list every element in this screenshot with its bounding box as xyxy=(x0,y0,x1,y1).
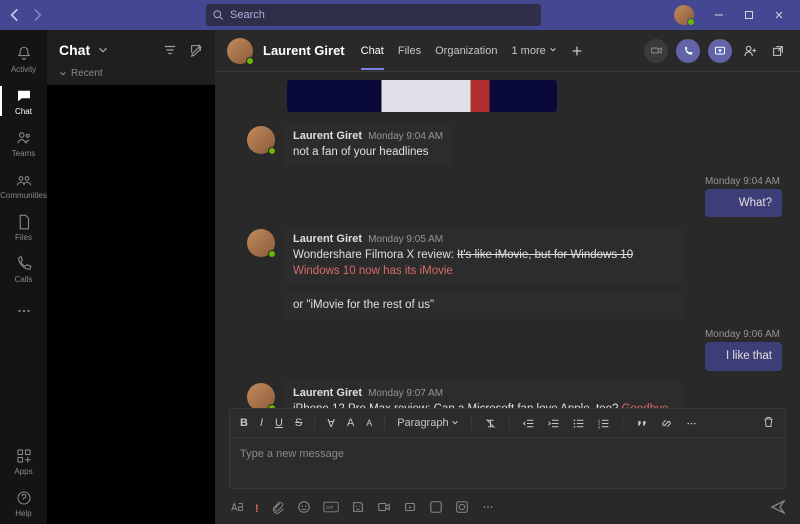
image-attachment[interactable] xyxy=(287,80,557,112)
rail-activity[interactable]: Activity xyxy=(0,38,47,80)
chat-list-panel: Chat Recent xyxy=(47,30,215,524)
popout-button[interactable] xyxy=(768,41,788,61)
priority-button[interactable]: ! xyxy=(255,503,259,515)
message-out: Monday 9:06 AM I like that xyxy=(247,329,782,370)
tab-files[interactable]: Files xyxy=(398,33,421,69)
message-out: Monday 9:04 AM What? xyxy=(247,176,782,217)
rail-more[interactable] xyxy=(0,290,47,332)
window-maximize-button[interactable] xyxy=(734,3,764,27)
emoji-button[interactable] xyxy=(297,500,311,517)
message-in: Laurent GiretMonday 9:05 AM Wondershare … xyxy=(247,227,782,319)
font-color-button[interactable]: A xyxy=(347,417,354,429)
video-call-button[interactable] xyxy=(644,39,668,63)
message-list: Laurent GiretMonday 9:04 AM not a fan of… xyxy=(215,72,800,408)
attach-button[interactable] xyxy=(271,500,285,517)
message-in: Laurent GiretMonday 9:04 AM not a fan of… xyxy=(247,124,782,166)
font-size-button[interactable]: A xyxy=(366,418,372,428)
title-bar: Search xyxy=(0,0,800,30)
bold-button[interactable]: B xyxy=(240,417,248,429)
nav-forward-button[interactable] xyxy=(28,6,46,24)
stream-button[interactable] xyxy=(403,500,417,517)
presence-indicator xyxy=(687,18,695,26)
rail-files[interactable]: Files xyxy=(0,206,47,248)
gif-button[interactable]: GIF xyxy=(323,500,339,517)
italic-button[interactable]: I xyxy=(260,417,263,429)
screen-share-button[interactable] xyxy=(708,39,732,63)
sticker-button[interactable] xyxy=(351,500,365,517)
schedule-meeting-button[interactable] xyxy=(377,500,391,517)
recent-section[interactable]: Recent xyxy=(47,64,215,83)
rail-chat[interactable]: Chat xyxy=(0,80,47,122)
new-chat-icon[interactable] xyxy=(189,43,203,57)
format-toolbar: B I U S ∀ A A Paragraph 123 xyxy=(230,409,785,438)
add-people-button[interactable] xyxy=(740,41,760,61)
paragraph-dropdown[interactable]: Paragraph xyxy=(397,417,458,429)
search-box[interactable]: Search xyxy=(206,4,541,26)
conversation-panel: Laurent Giret Chat Files Organization 1 … xyxy=(215,30,800,524)
rail-help[interactable]: Help xyxy=(0,482,47,524)
search-icon xyxy=(212,9,224,21)
delete-draft-button[interactable] xyxy=(762,415,775,431)
link-button[interactable] xyxy=(660,417,673,430)
current-user-avatar[interactable] xyxy=(674,5,694,25)
quote-button[interactable] xyxy=(635,417,648,430)
highlight-button[interactable]: ∀ xyxy=(327,417,335,430)
svg-text:GIF: GIF xyxy=(325,505,333,511)
format-toggle-button[interactable] xyxy=(229,500,243,517)
bullet-list-button[interactable] xyxy=(572,417,585,430)
conversation-header: Laurent Giret Chat Files Organization 1 … xyxy=(215,30,800,72)
underline-button[interactable]: U xyxy=(275,417,283,429)
indent-increase-button[interactable] xyxy=(547,417,560,430)
message-avatar[interactable] xyxy=(247,383,275,408)
send-button[interactable] xyxy=(770,499,786,518)
message-avatar[interactable] xyxy=(247,229,275,257)
contact-name: Laurent Giret xyxy=(263,43,345,58)
rail-calls[interactable]: Calls xyxy=(0,248,47,290)
nav-back-button[interactable] xyxy=(6,6,24,24)
chat-list-title: Chat xyxy=(59,42,90,58)
rail-teams[interactable]: Teams xyxy=(0,122,47,164)
add-tab-button[interactable] xyxy=(567,41,587,61)
composer-actions: ! GIF xyxy=(215,495,800,524)
audio-call-button[interactable] xyxy=(676,39,700,63)
tab-more[interactable]: 1 more xyxy=(511,33,556,69)
rail-apps[interactable]: Apps xyxy=(0,440,47,482)
tab-organization[interactable]: Organization xyxy=(435,33,497,69)
chat-list-body xyxy=(47,85,215,524)
contact-avatar[interactable] xyxy=(227,38,253,64)
svg-text:3: 3 xyxy=(597,424,600,429)
more-format-button[interactable] xyxy=(685,417,698,430)
message-composer: B I U S ∀ A A Paragraph 123 xyxy=(229,408,786,489)
clear-format-button[interactable] xyxy=(484,417,497,430)
app-rail: Activity Chat Teams Communities Files Ca… xyxy=(0,30,47,524)
compose-input[interactable]: Type a new message xyxy=(230,438,785,488)
number-list-button[interactable]: 123 xyxy=(597,417,610,430)
extension-button-1[interactable] xyxy=(429,500,443,517)
presence-indicator xyxy=(246,57,254,65)
filter-icon[interactable] xyxy=(163,43,177,57)
indent-decrease-button[interactable] xyxy=(522,417,535,430)
window-close-button[interactable] xyxy=(764,3,794,27)
strike-button[interactable]: S xyxy=(295,417,302,429)
caret-down-icon xyxy=(59,70,67,78)
message-in: Laurent GiretMonday 9:07 AM iPhone 12 Pr… xyxy=(247,381,782,408)
window-minimize-button[interactable] xyxy=(704,3,734,27)
chevron-down-icon[interactable] xyxy=(96,43,110,57)
more-actions-button[interactable] xyxy=(481,500,495,517)
message-avatar[interactable] xyxy=(247,126,275,154)
tab-chat[interactable]: Chat xyxy=(361,33,384,69)
extension-button-2[interactable] xyxy=(455,500,469,517)
rail-communities[interactable]: Communities xyxy=(0,164,47,206)
search-placeholder: Search xyxy=(230,9,265,21)
